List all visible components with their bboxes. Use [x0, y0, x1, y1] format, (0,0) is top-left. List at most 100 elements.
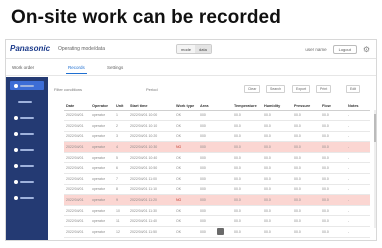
table-cell: 00.0 — [320, 162, 346, 175]
table-cell: 00.0 — [320, 205, 346, 217]
table-cell: 2022/04/01 — [64, 205, 90, 217]
sidebar-dot-icon — [14, 163, 18, 168]
table-cell: 2022/04/01 10:30 — [128, 141, 174, 153]
table-cell: 3 — [114, 131, 128, 143]
column-header[interactable]: Temperature — [232, 102, 262, 111]
table-cell: 12 — [114, 226, 128, 238]
column-header[interactable]: Pressure — [292, 102, 320, 111]
sidebar-item[interactable] — [10, 177, 44, 186]
records-table: Date Operator Unit Start time Work type … — [64, 102, 370, 238]
table-row[interactable]: 2022/04/01 operator 5 2022/04/01 10:40 OK 000… — [64, 152, 370, 164]
sidebar-item[interactable] — [10, 129, 44, 138]
sidebar-item-label — [20, 164, 34, 167]
user-name: user name — [305, 47, 327, 52]
table-cell: 2022/04/01 10:40 — [128, 152, 174, 164]
stop-icon[interactable] — [217, 228, 224, 235]
search-button[interactable]: Search — [266, 85, 286, 93]
table-row[interactable]: 2022/04/01 operator 4 2022/04/01 10:30 NG 000… — [64, 141, 370, 153]
column-header[interactable]: Flow — [320, 102, 346, 111]
sidebar-item-label — [20, 196, 34, 199]
mode-toggle[interactable]: mode data — [176, 44, 212, 54]
table-row[interactable]: 2022/04/01 operator 2 2022/04/01 10:10 OK 000… — [64, 120, 370, 132]
table-cell: 5 — [114, 152, 128, 164]
table-cell: 00.0 — [292, 120, 320, 132]
table-cell: 10 — [114, 205, 128, 217]
table-row[interactable]: 2022/04/01 operator 11 2022/04/01 11:40 OK 00… — [64, 215, 370, 228]
sidebar-item[interactable] — [10, 97, 44, 106]
table-cell: OK — [174, 152, 198, 164]
table-cell: 000 — [198, 120, 232, 132]
column-header[interactable]: Work type — [174, 102, 198, 111]
logout-button[interactable]: Logout — [332, 45, 357, 54]
scrollbar-thumb[interactable] — [374, 114, 376, 142]
sidebar-item[interactable] — [10, 193, 44, 202]
sidebar-item[interactable] — [10, 161, 44, 170]
sidebar-item-label — [20, 148, 34, 151]
table-cell: 00.0 — [262, 141, 292, 153]
mode-toggle-left[interactable]: mode — [177, 45, 196, 53]
table-row[interactable]: 2022/04/01 operator 7 2022/04/01 11:00 OK 000… — [64, 173, 370, 185]
table-header-row: Date Operator Unit Start time Work type … — [64, 102, 370, 111]
sidebar-dot-icon — [14, 147, 18, 152]
tab-bar: Work order Records Settings — [6, 60, 376, 76]
mode-toggle-right[interactable]: data — [195, 45, 211, 53]
column-header[interactable]: Date — [64, 102, 90, 111]
table-cell: operator — [90, 162, 114, 175]
table-cell: OK — [174, 205, 198, 217]
column-header[interactable]: Notes — [346, 102, 370, 111]
sidebar-item-selected[interactable] — [10, 81, 44, 90]
table-cell: 00.0 — [320, 173, 346, 185]
table-cell: 00.0 — [320, 131, 346, 143]
table-row[interactable]: 2022/04/01 operator 8 2022/04/01 11:10 OK 000… — [64, 184, 370, 196]
column-header[interactable]: Humidity — [262, 102, 292, 111]
sidebar-item-label — [20, 132, 34, 135]
tab-records[interactable]: Records — [66, 65, 87, 74]
table-cell: 00.0 — [262, 120, 292, 132]
table-row[interactable]: 2022/04/01 operator 9 2022/04/01 11:20 NG 000… — [64, 194, 370, 206]
sidebar-item-label — [20, 84, 34, 87]
app-header: Panasonic Operating mode/data mode data … — [6, 40, 376, 59]
table-cell: 00.0 — [232, 226, 262, 238]
table-cell: 00.0 — [232, 152, 262, 164]
table-cell: 00.0 — [320, 110, 346, 122]
tab-settings[interactable]: Settings — [107, 65, 123, 70]
table-cell: - — [346, 215, 370, 228]
table-cell: 00.0 — [292, 194, 320, 206]
table-cell: 2022/04/01 — [64, 215, 90, 228]
table-cell: 00.0 — [232, 205, 262, 217]
table-cell: 2022/04/01 — [64, 162, 90, 175]
table-cell: OK — [174, 184, 198, 196]
app-title: Operating mode/data — [58, 46, 105, 52]
table-cell: 9 — [114, 194, 128, 206]
table-row[interactable]: 2022/04/01 operator 3 2022/04/01 10:20 OK 000… — [64, 131, 370, 143]
sidebar — [6, 77, 48, 240]
table-cell: 00.0 — [232, 162, 262, 175]
table-cell: operator — [90, 110, 114, 122]
clear-button[interactable]: Clear — [244, 85, 261, 93]
gear-icon[interactable]: ⚙ — [363, 45, 370, 54]
sidebar-item[interactable] — [10, 113, 44, 122]
column-header[interactable]: Operator — [90, 102, 114, 111]
print-button[interactable]: Print — [316, 85, 332, 93]
table-cell: 2022/04/01 10:50 — [128, 162, 174, 175]
table-row[interactable]: 2022/04/01 operator 6 2022/04/01 10:50 OK 000… — [64, 162, 370, 175]
table-cell: - — [346, 162, 370, 175]
tab-work-order[interactable]: Work order — [12, 65, 34, 70]
table-row[interactable]: 2022/04/01 operator 10 2022/04/01 11:30 OK 00… — [64, 205, 370, 217]
table-cell: - — [346, 205, 370, 217]
table-cell: 000 — [198, 226, 232, 238]
table-row[interactable]: 2022/04/01 operator 1 2022/04/01 10:00 OK 000… — [64, 110, 370, 122]
table-scrollbar[interactable] — [374, 110, 376, 228]
table-cell: 2022/04/01 — [64, 173, 90, 185]
column-header[interactable]: Start time — [128, 102, 174, 111]
table-cell: 00.0 — [262, 110, 292, 122]
table-cell: 00.0 — [232, 131, 262, 143]
sidebar-dot-icon — [14, 131, 18, 136]
column-header[interactable]: Unit — [114, 102, 128, 111]
edit-button[interactable]: Edit — [346, 85, 361, 93]
column-header[interactable]: Area — [198, 102, 232, 111]
sidebar-item[interactable] — [10, 145, 44, 154]
export-button[interactable]: Export — [292, 85, 311, 93]
table-cell: 2022/04/01 — [64, 110, 90, 122]
table-cell: 00.0 — [292, 205, 320, 217]
